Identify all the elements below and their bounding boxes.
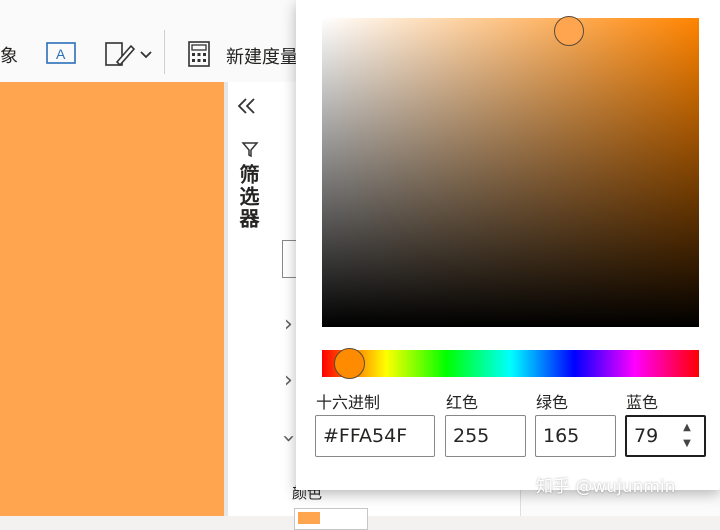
filter-pane: 筛选器 — [228, 82, 271, 516]
red-input[interactable] — [445, 415, 526, 457]
report-canvas[interactable] — [0, 82, 224, 516]
blue-spinner[interactable]: ▲ ▼ — [672, 420, 702, 454]
saturation-value-area[interactable] — [322, 16, 699, 327]
green-input[interactable] — [535, 415, 616, 457]
green-label: 绿色 — [536, 393, 569, 412]
red-label: 红色 — [446, 393, 479, 412]
hue-slider-thumb[interactable] — [334, 348, 365, 379]
chevron-right-icon[interactable]: › — [284, 368, 293, 393]
saturation-value-thumb[interactable] — [554, 16, 584, 46]
textbox-icon[interactable]: A — [45, 40, 77, 70]
new-measure-button[interactable]: 新建度量 — [226, 43, 298, 69]
svg-text:A: A — [56, 46, 66, 62]
filter-pane-title: 筛选器 — [236, 164, 260, 230]
color-swatch-button[interactable] — [294, 508, 368, 530]
chevron-right-icon[interactable]: › — [284, 312, 293, 337]
spin-up-icon[interactable]: ▲ — [672, 420, 702, 436]
calculator-icon[interactable] — [187, 40, 211, 72]
hex-label: 十六进制 — [316, 393, 381, 412]
hue-slider[interactable] — [322, 348, 699, 379]
insert-object-label[interactable]: 象 — [0, 42, 18, 68]
ribbon-separator — [164, 30, 165, 74]
spin-down-icon[interactable]: ▼ — [672, 436, 702, 452]
watermark: 知乎 @wujunmin — [536, 477, 676, 497]
filter-icon — [241, 140, 259, 162]
hex-input[interactable] — [315, 415, 435, 457]
format-painter-dropdown-icon[interactable] — [103, 40, 155, 74]
blue-label: 蓝色 — [626, 393, 659, 412]
collapse-pane-icon[interactable] — [236, 96, 258, 120]
